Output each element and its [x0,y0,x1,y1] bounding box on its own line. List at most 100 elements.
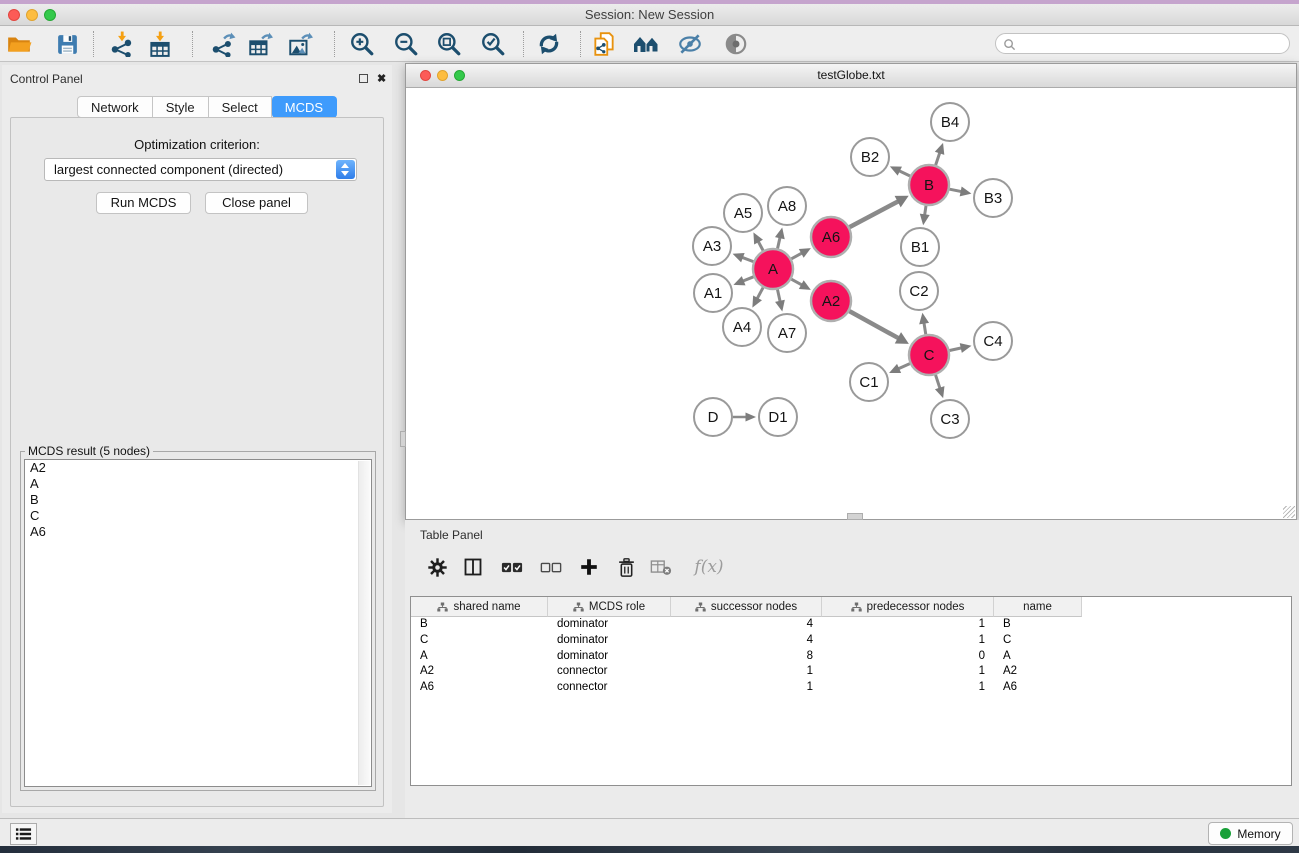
network-graph-canvas[interactable]: B4B2BB3A8A5A6A3B1AC2A1A2A4A7C4CC1DD1C3 [407,88,1295,518]
horizontal-splitter-handle[interactable] [847,513,863,520]
float-panel-button[interactable] [359,74,368,83]
tab-style[interactable]: Style [153,96,209,118]
zoom-selected-button[interactable] [478,29,508,59]
mcds-result-item[interactable]: A2 [25,460,371,476]
zoom-in-button[interactable] [347,29,377,59]
edge-B-B1[interactable] [920,206,930,225]
graph-node-A5[interactable]: A5 [724,194,762,232]
close-window-light[interactable] [8,9,20,21]
column-header-successor-nodes[interactable]: successor nodes [671,597,822,617]
edge-A-A1[interactable] [733,276,753,285]
first-neighbors-button[interactable] [632,29,662,59]
edge-A-A8[interactable] [775,227,785,248]
table-row[interactable]: A2connector11A2 [411,664,1291,680]
graph-node-D[interactable]: D [694,398,732,436]
import-network-button[interactable] [107,29,137,59]
tab-select[interactable]: Select [209,96,272,118]
export-table-button[interactable] [245,29,275,59]
scrollbar-track[interactable] [358,461,370,785]
edge-C-C3[interactable] [935,375,945,398]
graph-node-B1[interactable]: B1 [901,228,939,266]
search-field[interactable] [995,33,1290,54]
zoom-fit-button[interactable] [434,29,464,59]
edge-A2-C[interactable] [849,311,908,344]
edge-A-A3[interactable] [733,253,754,262]
close-panel-button[interactable]: ✖ [377,74,386,84]
edge-C-C1[interactable] [889,364,910,373]
graph-node-A6[interactable]: A6 [811,217,851,257]
save-session-button[interactable] [52,29,82,59]
optimization-criterion-select[interactable]: largest connected component (directed) [44,158,357,181]
hide-selected-button[interactable] [675,29,705,59]
function-builder-button[interactable]: f(x) [689,552,729,582]
mcds-result-item[interactable]: C [25,508,371,524]
close-window-light[interactable] [420,70,431,81]
edge-B-B3[interactable] [950,187,972,197]
tab-mcds[interactable]: MCDS [272,96,337,118]
graph-node-A8[interactable]: A8 [768,187,806,225]
table-row[interactable]: A6connector11A6 [411,680,1291,696]
zoom-window-light[interactable] [454,70,465,81]
column-header-shared-name[interactable]: shared name [411,597,548,617]
edge-A6-B[interactable] [850,196,909,227]
minimize-window-light[interactable] [437,70,448,81]
edge-A-A7[interactable] [775,290,785,312]
graph-node-A[interactable]: A [753,249,793,289]
zoom-window-light[interactable] [44,9,56,21]
show-all-button[interactable] [721,29,751,59]
import-table-button[interactable] [145,29,175,59]
delete-table-button[interactable] [647,552,675,582]
split-view-button[interactable] [459,552,487,582]
export-image-button[interactable] [285,29,315,59]
graph-node-A3[interactable]: A3 [693,227,731,265]
add-column-button[interactable] [575,552,603,582]
graph-node-B[interactable]: B [909,165,949,205]
mcds-result-item[interactable]: B [25,492,371,508]
zoom-out-button[interactable] [391,29,421,59]
edge-A-A5[interactable] [753,232,763,250]
edge-A-A4[interactable] [752,288,763,308]
table-settings-button[interactable] [423,552,451,582]
table-row[interactable]: Bdominator41B [411,617,1291,633]
graph-node-D1[interactable]: D1 [759,398,797,436]
tab-network[interactable]: Network [77,96,153,118]
graph-node-B4[interactable]: B4 [931,103,969,141]
open-session-button[interactable] [4,29,34,59]
graph-node-C2[interactable]: C2 [900,272,938,310]
graph-node-A7[interactable]: A7 [768,314,806,352]
memory-button[interactable]: Memory [1208,822,1293,845]
mcds-result-item[interactable]: A6 [25,524,371,540]
graph-node-A1[interactable]: A1 [694,274,732,312]
window-resize-grip[interactable] [1283,506,1295,518]
column-header-mcds-role[interactable]: MCDS role [548,597,671,617]
deselect-all-button[interactable] [537,552,565,582]
minimize-window-light[interactable] [26,9,38,21]
new-network-from-selection-button[interactable] [589,29,619,59]
panel-list-button[interactable] [10,823,37,845]
delete-column-button[interactable] [612,552,640,582]
edge-B-B2[interactable] [890,166,910,176]
run-mcds-button[interactable]: Run MCDS [96,192,191,214]
edge-C-C2[interactable] [919,313,929,335]
graph-node-A4[interactable]: A4 [723,308,761,346]
table-row[interactable]: Cdominator41C [411,633,1291,649]
mcds-result-item[interactable]: A [25,476,371,492]
graph-node-B3[interactable]: B3 [974,179,1012,217]
edge-A-A6[interactable] [791,248,810,259]
graph-node-B2[interactable]: B2 [851,138,889,176]
edge-B-B4[interactable] [935,143,944,165]
graph-node-A2[interactable]: A2 [811,281,851,321]
column-header-name[interactable]: name [994,597,1082,617]
edge-A-A2[interactable] [791,279,810,290]
select-all-button[interactable] [498,552,526,582]
search-input[interactable] [1020,35,1280,52]
graph-node-C[interactable]: C [909,335,949,375]
edge-C-C4[interactable] [950,343,972,353]
vertical-splitter-handle[interactable] [400,431,406,447]
refresh-button[interactable] [534,29,564,59]
export-network-button[interactable] [208,29,238,59]
graph-node-C4[interactable]: C4 [974,322,1012,360]
column-header-predecessor-nodes[interactable]: predecessor nodes [822,597,994,617]
graph-node-C1[interactable]: C1 [850,363,888,401]
table-row[interactable]: Adominator80A [411,649,1291,665]
